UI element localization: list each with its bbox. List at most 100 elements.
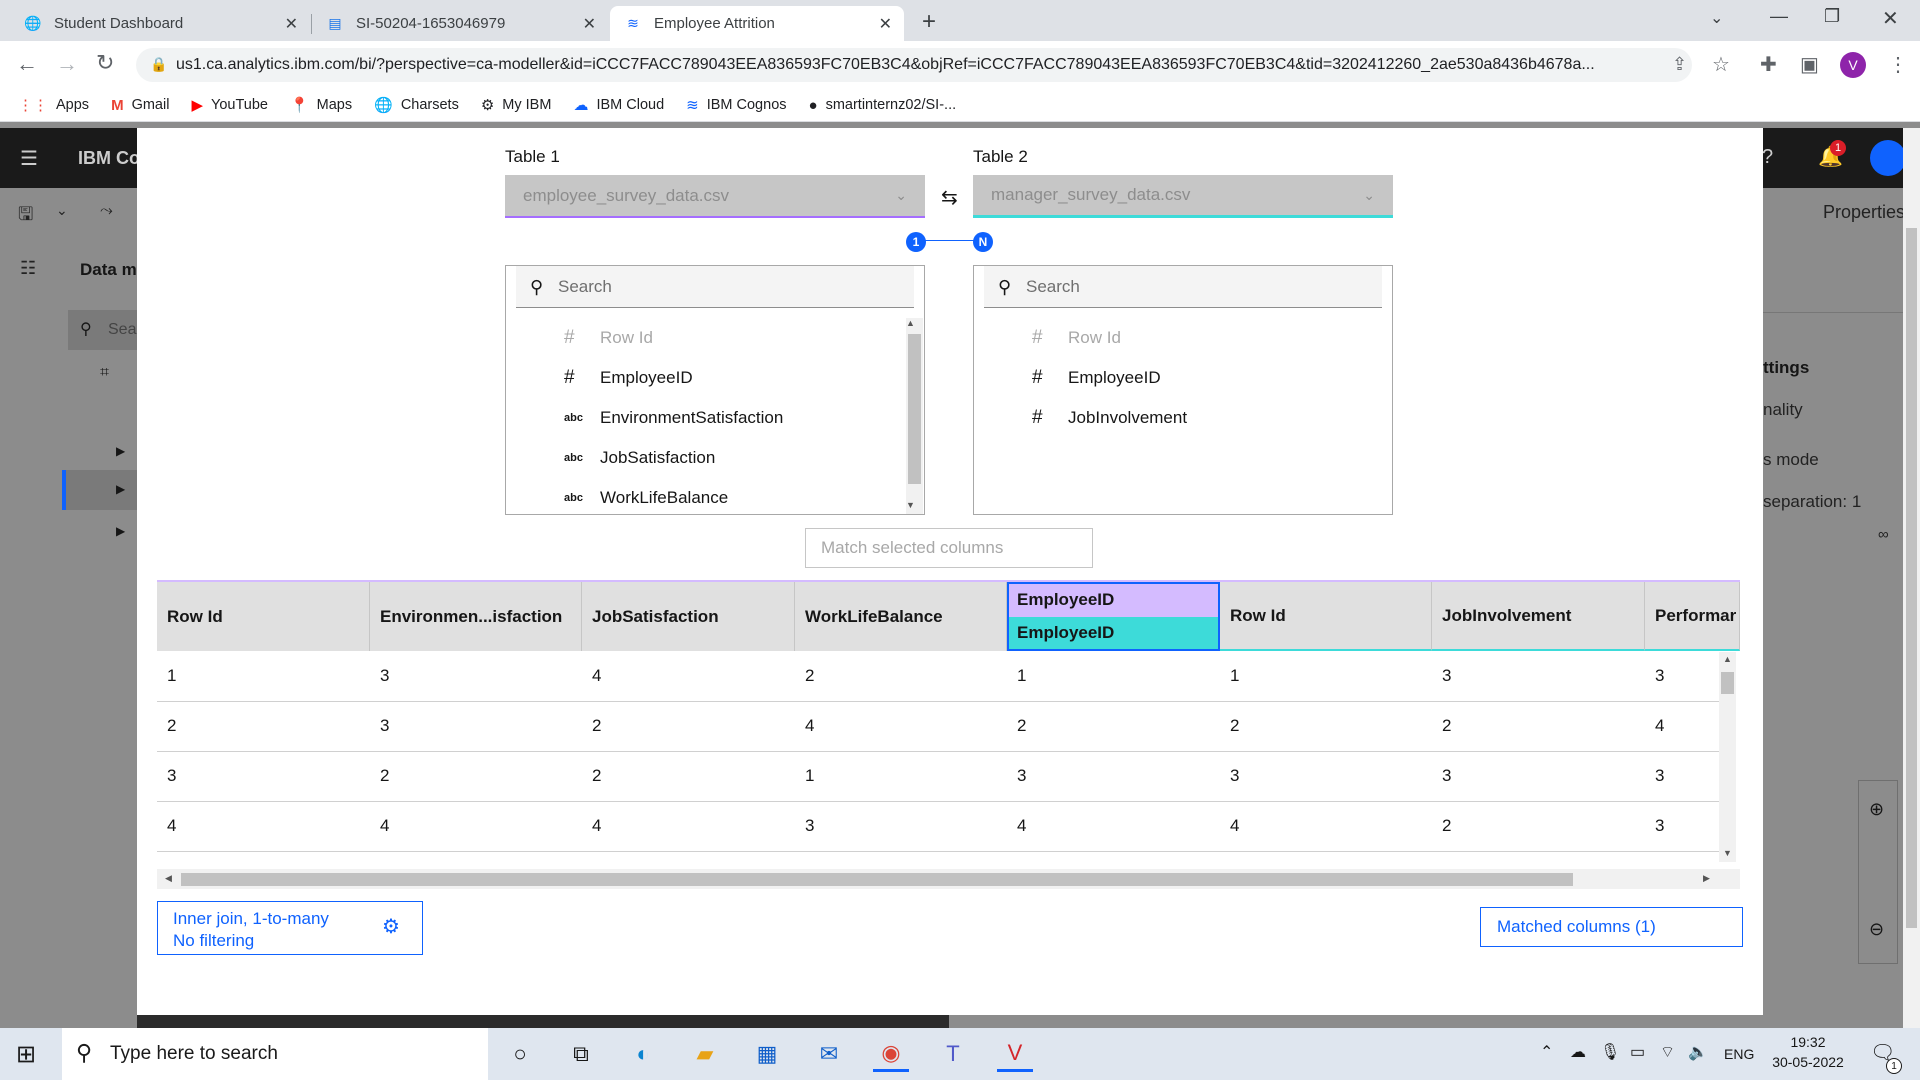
bookmark-my-ibm[interactable]: ⚙ My IBM <box>481 96 552 114</box>
chrome-icon[interactable]: ◉ <box>873 1036 909 1072</box>
table1-fields-scrollbar[interactable]: ▲ ▼ <box>906 318 923 514</box>
user-avatar[interactable] <box>1870 140 1906 176</box>
table2-field-employeeid[interactable]: # EmployeeID <box>1032 358 1161 398</box>
swap-tables-icon[interactable]: ⇆ <box>941 185 958 210</box>
column-header[interactable]: Performar <box>1645 582 1740 651</box>
bookmark-charsets[interactable]: 🌐 Charsets <box>374 96 459 114</box>
taskbar-search-input[interactable]: ⚲ Type here to search <box>62 1028 488 1080</box>
scroll-right-icon[interactable]: ▶ <box>1703 873 1710 884</box>
minimize-icon[interactable]: — <box>1770 6 1788 27</box>
teams-icon[interactable]: T <box>935 1036 971 1072</box>
url-field[interactable]: 🔒 us1.ca.analytics.ibm.com/bi/?perspecti… <box>136 48 1692 82</box>
bookmark-maps[interactable]: 📍 Maps <box>290 96 352 114</box>
join-type-button[interactable]: Inner join, 1-to-many No filtering ⚙ <box>157 901 423 955</box>
table1-field-jobsatisfaction[interactable]: abc JobSatisfaction <box>564 438 715 478</box>
edge-icon[interactable]: ◐ <box>625 1036 661 1072</box>
matched-column-header[interactable]: EmployeeID EmployeeID <box>1007 582 1220 651</box>
table-vertical-scrollbar[interactable]: ▲ ▼ <box>1719 652 1736 862</box>
page-scrollbar[interactable] <box>1903 128 1920 1028</box>
app-icon[interactable]: V <box>997 1036 1033 1072</box>
bookmark-youtube[interactable]: ▶ YouTube <box>191 96 268 114</box>
data-table-icon[interactable]: ☷ <box>20 258 36 279</box>
scroll-up-icon[interactable]: ▲ <box>1723 654 1732 664</box>
hamburger-icon[interactable]: ☰ <box>20 146 38 171</box>
selected-tree-row[interactable]: ▶ <box>62 470 137 510</box>
window-close-icon[interactable]: ✕ <box>1882 6 1899 31</box>
clock[interactable]: 19:32 30-05-2022 <box>1766 1034 1850 1070</box>
share-icon[interactable]: ⇪ <box>1672 54 1687 75</box>
back-arrow-icon[interactable]: ← <box>16 51 38 77</box>
battery-icon[interactable]: ▭ <box>1630 1042 1645 1062</box>
windows-start-icon[interactable]: ⊞ <box>16 1040 36 1069</box>
left-search-field[interactable]: ⚲ Sea <box>68 310 137 350</box>
scroll-up-icon[interactable]: ▲ <box>906 318 915 328</box>
cortana-icon[interactable]: ○ <box>502 1036 538 1072</box>
reload-icon[interactable]: ↻ <box>96 50 114 76</box>
match-selected-columns-button[interactable]: Match selected columns <box>805 528 1093 568</box>
chevron-down-icon[interactable]: ⌄ <box>1710 8 1723 28</box>
share-icon[interactable]: ⤳ <box>100 202 113 220</box>
table2-search-input[interactable]: ⚲ Search <box>984 266 1382 308</box>
table1-select[interactable]: employee_survey_data.csv ⌄ <box>505 175 925 218</box>
tray-chevron-icon[interactable]: ⌃ <box>1540 1042 1553 1062</box>
page-scrollbar-thumb[interactable] <box>1906 228 1917 928</box>
browser-menu-icon[interactable]: ⋮ <box>1888 52 1908 77</box>
bookmark-github[interactable]: ● smartinternz02/SI-... <box>809 97 957 114</box>
extensions-icon[interactable]: ✚ <box>1760 52 1777 77</box>
tab-employee-attrition[interactable]: ≋ Employee Attrition ✕ <box>610 6 904 41</box>
table1-field-employeeid[interactable]: # EmployeeID <box>564 358 693 398</box>
store-icon[interactable]: ▦ <box>749 1036 785 1072</box>
volume-icon[interactable]: 🔈 <box>1688 1042 1708 1062</box>
matched-columns-button[interactable]: Matched columns (1) <box>1480 907 1743 947</box>
onedrive-icon[interactable]: ☁ <box>1570 1042 1586 1062</box>
scroll-down-icon[interactable]: ▼ <box>906 500 915 510</box>
table2-select[interactable]: manager_survey_data.csv ⌄ <box>973 175 1393 218</box>
column-header[interactable]: JobSatisfaction <box>582 582 795 651</box>
table2-field-jobinvolvement[interactable]: # JobInvolvement <box>1032 398 1187 438</box>
mail-icon[interactable]: ✉ <box>811 1036 847 1072</box>
table2-field-row-id[interactable]: # Row Id <box>1032 318 1121 358</box>
zoom-out-icon[interactable]: ⊖ <box>1869 919 1884 940</box>
expand-arrow-icon[interactable]: ▶ <box>116 444 125 458</box>
task-view-icon[interactable]: ⧉ <box>563 1036 599 1072</box>
table1-search-input[interactable]: ⚲ Search <box>516 266 914 308</box>
tab-si-50204[interactable]: ▤ SI-50204-1653046979 ✕ <box>312 6 608 41</box>
column-header[interactable]: Row Id <box>157 582 370 651</box>
wifi-icon[interactable]: ⌔ <box>1660 1042 1675 1062</box>
cardinality-left-badge[interactable]: 1 <box>906 232 926 252</box>
tab-student-dashboard[interactable]: 🌐 Student Dashboard ✕ <box>10 6 310 41</box>
profile-avatar[interactable]: V <box>1840 52 1866 78</box>
chevron-down-icon[interactable]: ⌄ <box>56 202 68 219</box>
cardinality-right-badge[interactable]: N <box>973 232 993 252</box>
table1-field-row-id[interactable]: # Row Id <box>564 318 653 358</box>
column-header[interactable]: JobInvolvement <box>1432 582 1645 651</box>
help-icon[interactable]: ? <box>1762 146 1773 169</box>
column-header[interactable]: Row Id <box>1220 582 1432 651</box>
forward-arrow-icon[interactable]: → <box>56 51 78 77</box>
close-tab-icon[interactable]: ✕ <box>879 14 892 34</box>
expand-arrow-icon[interactable]: ▶ <box>116 524 125 538</box>
table1-field-environmentsatisfaction[interactable]: abc EnvironmentSatisfaction <box>564 398 783 438</box>
save-icon[interactable]: 🖫 <box>18 202 33 232</box>
zoom-in-icon[interactable]: ⊕ <box>1869 799 1884 820</box>
bookmark-ibm-cloud[interactable]: ☁ IBM Cloud <box>573 96 664 114</box>
table1-field-worklifebalance[interactable]: abc WorkLifeBalance <box>564 478 728 518</box>
scrollbar-thumb[interactable] <box>1721 672 1734 694</box>
bookmark-star-icon[interactable]: ☆ <box>1712 52 1730 77</box>
column-header[interactable]: WorkLifeBalance <box>795 582 1007 651</box>
bookmark-apps[interactable]: ⋮⋮ Apps <box>18 96 89 114</box>
table-horizontal-scrollbar[interactable]: ◀ ▶ <box>157 869 1740 889</box>
new-tab-icon[interactable]: + <box>922 8 936 36</box>
microphone-icon[interactable]: 🎙 <box>1600 1042 1620 1062</box>
bookmark-gmail[interactable]: M Gmail <box>111 97 169 114</box>
scrollbar-thumb[interactable] <box>908 334 921 484</box>
file-explorer-icon[interactable]: ▰ <box>687 1036 723 1072</box>
restore-icon[interactable]: ❐ <box>1824 6 1840 27</box>
bookmark-ibm-cognos[interactable]: ≋ IBM Cognos <box>686 96 786 114</box>
column-header[interactable]: Environmen...isfaction <box>370 582 582 651</box>
close-tab-icon[interactable]: ✕ <box>583 14 596 34</box>
scroll-left-icon[interactable]: ◀ <box>165 873 172 884</box>
close-tab-icon[interactable]: ✕ <box>285 14 298 34</box>
scroll-down-icon[interactable]: ▼ <box>1723 848 1732 858</box>
sidepanel-icon[interactable]: ▣ <box>1800 52 1819 77</box>
